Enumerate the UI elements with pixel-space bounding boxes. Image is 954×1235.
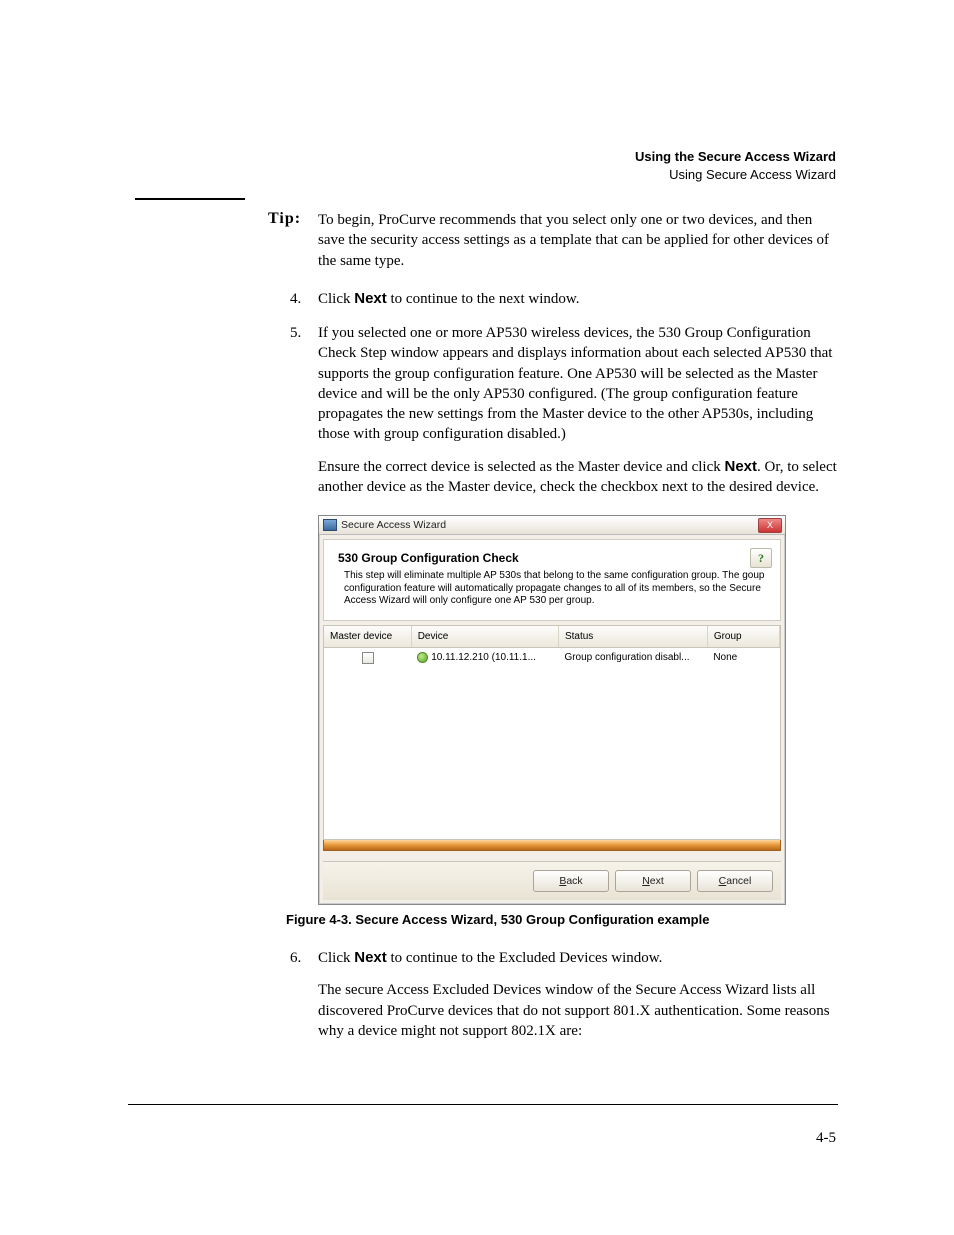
step-4-pre: Click xyxy=(318,291,354,307)
step-5-p2-bold: Next xyxy=(724,458,757,475)
step-4-num: 4. xyxy=(290,289,318,309)
step-6-p1-post: to continue to the Excluded Devices wind… xyxy=(387,950,663,966)
back-rest: ack xyxy=(566,875,582,887)
figure-caption: Figure 4-3. Secure Access Wizard, 530 Gr… xyxy=(286,911,838,929)
master-checkbox[interactable] xyxy=(362,652,374,664)
step-4-post: to continue to the next window. xyxy=(387,291,580,307)
step-5: 5. If you selected one or more AP530 wir… xyxy=(290,323,838,497)
wizard-heading: 530 Group Configuration Check xyxy=(338,550,766,566)
help-button[interactable]: ? xyxy=(750,548,772,568)
footer-rule xyxy=(128,1104,838,1105)
row-status: Group configuration disabl... xyxy=(558,648,707,668)
step-4: 4. Click Next to continue to the next wi… xyxy=(290,289,838,309)
wizard-progress-bar xyxy=(323,840,781,851)
app-icon xyxy=(323,519,337,531)
status-ok-icon xyxy=(417,652,428,663)
help-icon: ? xyxy=(758,550,764,566)
back-button[interactable]: Back xyxy=(533,870,609,892)
row-group: None xyxy=(707,648,779,668)
step-6-p1-pre: Click xyxy=(318,950,354,966)
step-4-bold: Next xyxy=(354,290,387,307)
page-header: Using the Secure Access Wizard Using Sec… xyxy=(635,148,836,183)
top-rule xyxy=(135,198,245,200)
wizard-button-row: Back Next Cancel xyxy=(323,861,781,900)
wizard-window: Secure Access Wizard X 530 Group Configu… xyxy=(318,515,786,905)
step-6: 6. Click Next to continue to the Exclude… xyxy=(290,948,838,1041)
header-title: Using the Secure Access Wizard xyxy=(635,149,836,164)
step-5-num: 5. xyxy=(290,323,318,497)
next-rest: ext xyxy=(650,875,664,887)
close-icon[interactable]: X xyxy=(758,518,782,533)
col-status[interactable]: Status xyxy=(558,626,707,648)
main-content: To begin, ProCurve recommends that you s… xyxy=(268,210,838,1055)
col-group[interactable]: Group xyxy=(707,626,779,648)
next-mnemonic: N xyxy=(642,875,650,887)
wizard-description: This step will eliminate multiple AP 530… xyxy=(344,570,766,608)
tip-body: To begin, ProCurve recommends that you s… xyxy=(318,210,838,271)
step-6-p2: The secure Access Excluded Devices windo… xyxy=(318,980,838,1041)
next-button[interactable]: Next xyxy=(615,870,691,892)
wizard-title: Secure Access Wizard xyxy=(341,518,446,532)
table-empty-space xyxy=(324,668,780,839)
wizard-titlebar: Secure Access Wizard X xyxy=(319,516,785,535)
header-subtitle: Using Secure Access Wizard xyxy=(669,167,836,182)
table-row[interactable]: 10.11.12.210 (10.11.1... Group configura… xyxy=(324,648,780,668)
col-master[interactable]: Master device xyxy=(324,626,411,648)
row-device: 10.11.12.210 (10.11.1... xyxy=(431,652,536,663)
cancel-button[interactable]: Cancel xyxy=(697,870,773,892)
table-header-row: Master device Device Status Group xyxy=(324,626,780,648)
cancel-rest: ancel xyxy=(726,875,751,887)
wizard-header-panel: 530 Group Configuration Check This step … xyxy=(323,539,781,621)
page-number: 4-5 xyxy=(816,1130,836,1147)
step-5-p2-pre: Ensure the correct device is selected as… xyxy=(318,459,724,475)
step-6-p1-bold: Next xyxy=(354,949,387,966)
step-5-p1: If you selected one or more AP530 wirele… xyxy=(318,323,838,445)
wizard-table: Master device Device Status Group 10.11.… xyxy=(323,625,781,840)
step-6-num: 6. xyxy=(290,948,318,1041)
col-device[interactable]: Device xyxy=(411,626,558,648)
